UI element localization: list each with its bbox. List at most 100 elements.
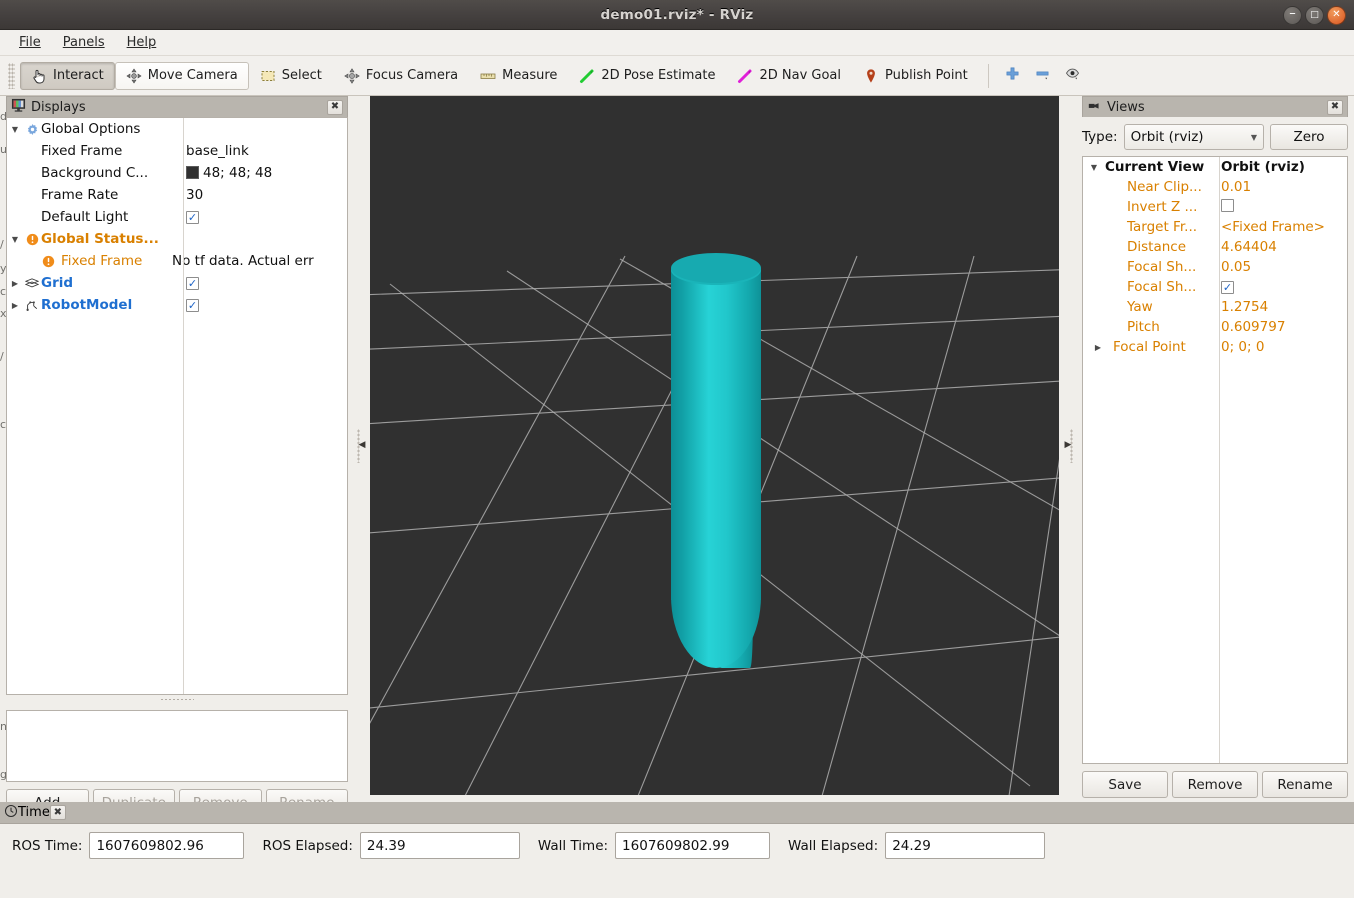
tool-publish-point[interactable]: Publish Point [852, 62, 979, 90]
display-value: No tf data. Actual err [172, 253, 314, 269]
display-row-grid[interactable]: ▶ Grid ✓ [7, 272, 347, 294]
display-name: Global Status... [41, 231, 159, 247]
view-row-near-clip[interactable]: Near Clip... 0.01 [1083, 177, 1347, 197]
display-value[interactable]: ✓ [181, 209, 347, 225]
display-name: Fixed Frame [61, 253, 143, 269]
view-value[interactable]: 0.01 [1217, 179, 1347, 195]
column-divider [183, 118, 184, 694]
tool-move-camera[interactable]: Move Camera [114, 61, 249, 90]
ros-elapsed-input[interactable]: 24.39 [359, 832, 520, 859]
tool-focus-camera[interactable]: Focus Camera [333, 62, 469, 90]
tool-2d-nav-goal-label: 2D Nav Goal [759, 68, 842, 83]
views-close-button[interactable]: ✖ [1327, 99, 1343, 115]
add-tool-button[interactable] [998, 62, 1028, 90]
displays-panel-title: Displays [31, 99, 86, 115]
view-value[interactable]: 0; 0; 0 [1217, 339, 1347, 355]
displays-close-button[interactable]: ✖ [327, 99, 343, 115]
remove-view-button[interactable]: Remove [1172, 771, 1258, 798]
view-row-focal-shape-fixed[interactable]: Focal Sh... ✓ [1083, 277, 1347, 297]
magenta-arrow-icon [737, 68, 753, 84]
expand-twisty-icon[interactable]: ▼ [7, 235, 23, 244]
ros-elapsed-value: 24.39 [366, 837, 406, 854]
view-name: Focal Sh... [1127, 259, 1197, 275]
view-value[interactable]: ✓ [1217, 279, 1347, 295]
camera-icon [1087, 99, 1102, 116]
view-value[interactable] [1217, 198, 1347, 216]
right-panel-collapse-handle[interactable]: ▶ [1062, 96, 1074, 795]
rename-view-button[interactable]: Rename [1262, 771, 1348, 798]
cylinder-shaft [671, 270, 761, 600]
default-light-checkbox[interactable]: ✓ [186, 211, 199, 224]
display-row-fixed-frame[interactable]: Fixed Frame base_link [7, 140, 347, 162]
display-row-status-fixed-frame[interactable]: Fixed Frame No tf data. Actual err [7, 250, 347, 272]
display-name: Background C... [41, 165, 149, 181]
left-panel-collapse-handle[interactable]: ◀ [356, 96, 368, 795]
move-camera-icon [126, 67, 142, 84]
robotmodel-enabled-checkbox[interactable]: ✓ [186, 299, 199, 312]
menu-help[interactable]: Help [118, 32, 166, 53]
view-row-yaw[interactable]: Yaw 1.2754 [1083, 297, 1347, 317]
display-value[interactable]: ✓ [181, 297, 347, 313]
view-row-target-frame[interactable]: Target Fr... <Fixed Frame> [1083, 217, 1347, 237]
view-row-focal-shape-size[interactable]: Focal Sh... 0.05 [1083, 257, 1347, 277]
toolbar-drag-handle[interactable] [8, 62, 15, 89]
view-value[interactable]: 0.609797 [1217, 319, 1347, 335]
tool-interact[interactable]: Interact [20, 61, 115, 90]
maximize-button[interactable]: □ [1305, 5, 1324, 25]
view-value[interactable]: 4.64404 [1217, 239, 1347, 255]
display-row-frame-rate[interactable]: Frame Rate 30 [7, 184, 347, 206]
expand-twisty-icon[interactable]: ▶ [1083, 343, 1105, 352]
wall-time-input[interactable]: 1607609802.99 [615, 832, 771, 859]
save-view-button[interactable]: Save [1082, 771, 1168, 798]
tool-2d-nav-goal[interactable]: 2D Nav Goal [726, 62, 852, 90]
displays-splitter[interactable] [6, 695, 348, 703]
display-value[interactable]: base_link [181, 143, 347, 159]
view-row-distance[interactable]: Distance 4.64404 [1083, 237, 1347, 257]
view-value[interactable]: 0.05 [1217, 259, 1347, 275]
time-panel-title: Time [18, 805, 50, 820]
tool-measure[interactable]: Measure [469, 62, 568, 90]
focal-shape-checkbox[interactable]: ✓ [1221, 281, 1234, 294]
view-value[interactable]: 1.2754 [1217, 299, 1347, 315]
displays-property-tree[interactable]: ▼ Global Options Fixed Frame base_link B… [6, 117, 348, 695]
expand-twisty-icon[interactable]: ▼ [7, 125, 23, 134]
tool-2d-pose-estimate[interactable]: 2D Pose Estimate [568, 62, 726, 90]
handle-grip [1070, 428, 1073, 463]
display-row-background-color[interactable]: Background C... 48; 48; 48 [7, 162, 347, 184]
display-row-global-options[interactable]: ▼ Global Options [7, 118, 347, 140]
tool-select[interactable]: Select [249, 62, 333, 90]
view-row-current-view[interactable]: ▼ Current View Orbit (rviz) [1083, 157, 1347, 177]
display-row-default-light[interactable]: Default Light ✓ [7, 206, 347, 228]
time-close-button[interactable]: ✖ [49, 805, 66, 820]
display-value[interactable]: ✓ [181, 275, 347, 291]
invert-z-checkbox[interactable] [1221, 198, 1234, 212]
display-row-robotmodel[interactable]: ▶ RobotModel ✓ [7, 294, 347, 316]
view-row-invert-z[interactable]: Invert Z ... [1083, 197, 1347, 217]
display-row-global-status[interactable]: ▼ Global Status... [7, 228, 347, 250]
ros-time-input[interactable]: 1607609802.96 [89, 832, 245, 859]
close-button[interactable]: ✕ [1327, 5, 1346, 25]
remove-tool-button[interactable] [1028, 62, 1058, 90]
3d-render-viewport[interactable] [370, 96, 1059, 795]
view-row-focal-point[interactable]: ▶ Focal Point 0; 0; 0 [1083, 337, 1347, 357]
menu-panels[interactable]: Panels [54, 32, 114, 53]
display-value[interactable]: 48; 48; 48 [181, 165, 347, 181]
grid-enabled-checkbox[interactable]: ✓ [186, 277, 199, 290]
view-name: Near Clip... [1127, 179, 1202, 195]
view-type-select[interactable]: Orbit (rviz) ▼ [1123, 124, 1264, 150]
zero-view-button[interactable]: Zero [1270, 124, 1348, 150]
minimize-button[interactable]: – [1283, 5, 1302, 25]
expand-twisty-icon[interactable]: ▶ [7, 301, 23, 310]
view-value[interactable]: <Fixed Frame> [1217, 219, 1347, 235]
view-type-label: Type: [1082, 129, 1118, 145]
menu-file[interactable]: File [10, 32, 50, 53]
robot-model-icon [23, 298, 41, 312]
views-property-tree[interactable]: ▼ Current View Orbit (rviz) Near Clip...… [1082, 156, 1348, 764]
display-value[interactable]: 30 [181, 187, 347, 203]
view-row-pitch[interactable]: Pitch 0.609797 [1083, 317, 1347, 337]
expand-twisty-icon[interactable]: ▶ [7, 279, 23, 288]
wall-elapsed-input[interactable]: 24.29 [885, 832, 1046, 859]
expand-twisty-icon[interactable]: ▼ [1083, 163, 1105, 172]
visibility-button[interactable] [1058, 62, 1088, 90]
zero-button-label: Zero [1293, 129, 1325, 145]
